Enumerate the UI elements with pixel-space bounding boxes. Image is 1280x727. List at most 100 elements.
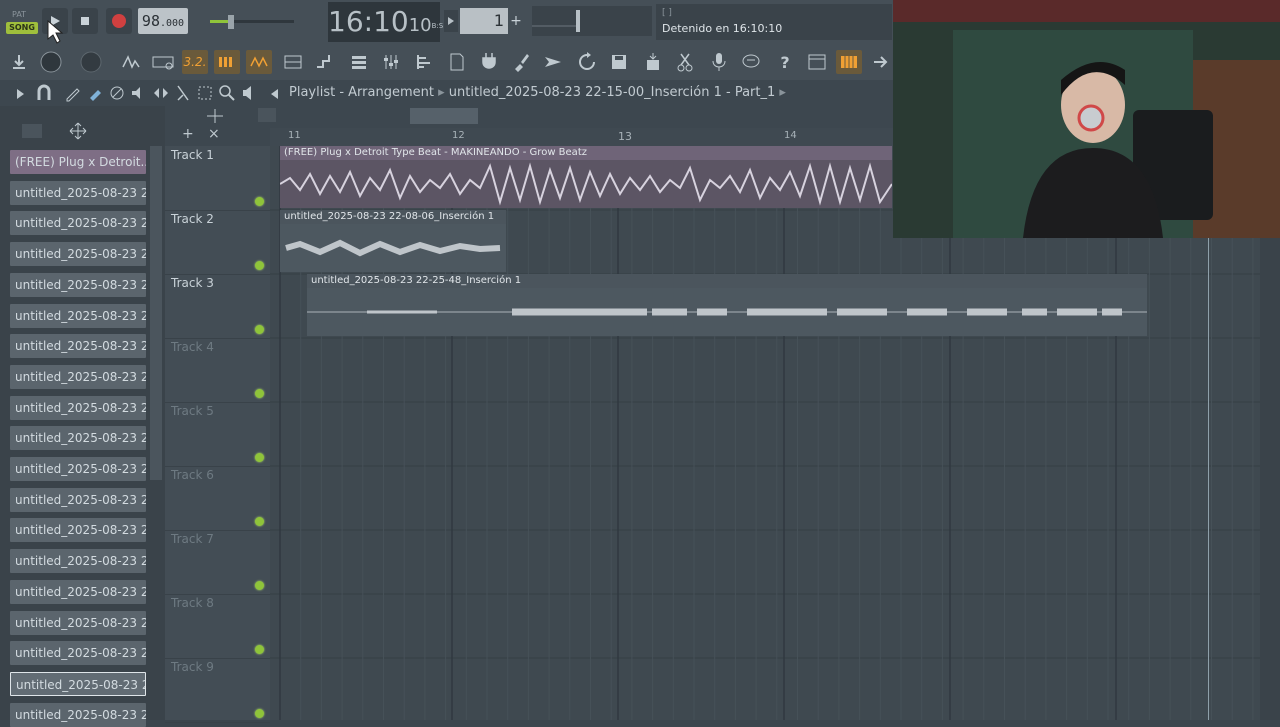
browser-item[interactable]: untitled_2025-08-23 21... [10,272,146,297]
track-header[interactable]: Track 5 [165,402,270,467]
browser-tab-icon[interactable] [22,124,42,138]
browser-item-beat[interactable]: (FREE) Plug x Detroit... [10,150,146,174]
save-icon[interactable] [606,50,632,74]
master-pitch-knob[interactable] [38,50,64,74]
browser-item[interactable]: untitled_2025-08-23 21... [10,180,146,205]
snap-icon[interactable] [312,50,338,74]
browser-item[interactable]: untitled_2025-08-23 22... [10,426,146,451]
wait-for-input-icon[interactable] [246,50,272,74]
piano-roll-icon[interactable] [412,50,438,74]
browser-item[interactable]: untitled_2025-08-23 22... [10,671,146,696]
browser-item[interactable]: untitled_2025-08-23 22... [10,579,146,604]
microphone-icon[interactable] [706,50,732,74]
delete-tool-icon[interactable] [108,84,126,106]
pat-song-toggle[interactable]: PAT SONG [6,8,38,36]
metronome-wave-icon[interactable] [118,50,144,74]
channel-rack-icon[interactable] [444,50,470,74]
track-header[interactable]: Track 7 [165,530,270,595]
track-mute-led[interactable] [255,389,264,398]
piano-mini-icon[interactable] [258,108,276,122]
track-header[interactable]: Track 4 [165,338,270,403]
chat-bubble-icon[interactable] [738,50,764,74]
download-icon[interactable] [6,50,32,74]
track-mute-led[interactable] [255,645,264,654]
playback-tool-icon[interactable] [240,84,258,106]
track-header[interactable]: Track 3 [165,274,270,339]
playlist-icon[interactable] [346,50,372,74]
pattern-selector[interactable]: 1 [460,8,508,34]
track-name: Track 3 [171,276,214,290]
track-header[interactable]: Track 2 [165,210,270,275]
pattern-prev-button[interactable] [444,10,458,32]
browser-item[interactable]: untitled_2025-08-23 22... [10,457,146,481]
record-button[interactable] [106,8,132,34]
magnet-snap-icon[interactable] [36,84,52,106]
slice-tool-icon[interactable] [174,84,192,106]
browser-item[interactable]: untitled_2025-08-23 21... [10,303,146,328]
master-volume-knob[interactable] [78,50,104,74]
step-edit-icon[interactable] [214,50,240,74]
cut-icon[interactable] [672,50,698,74]
browser-item[interactable]: untitled_2025-08-23 21... [10,242,146,267]
clock-sub: 10 [408,15,432,36]
window-layout-icon[interactable] [804,50,830,74]
refresh-icon[interactable] [574,50,600,74]
track-mute-led[interactable] [255,261,264,270]
browser-item[interactable]: untitled_2025-08-23 22... [10,610,146,635]
horizontal-scroll-thumb[interactable] [410,108,478,124]
audio-clip-insertion-3[interactable]: untitled_2025-08-23 22-25-48_Inserción 1 [307,274,1147,336]
close-x-icon[interactable]: × [208,126,220,142]
track-mute-led[interactable] [255,517,264,526]
playlist-menu-arrow-icon[interactable] [14,86,26,105]
stop-button[interactable] [72,8,98,34]
song-position-clock[interactable]: 16:1010B:S:T [328,2,450,42]
vertical-scrollbar[interactable] [1260,238,1280,720]
add-pattern-icon[interactable]: + [509,10,523,32]
track-header[interactable]: Track 8 [165,594,270,659]
piano-keys-icon[interactable] [836,50,862,74]
slip-tool-icon[interactable] [152,84,170,106]
browser-item[interactable]: untitled_2025-08-23 22... [10,702,146,727]
tempo-display[interactable]: 98.000 [138,8,188,34]
track-mute-led[interactable] [255,709,264,718]
browser-item[interactable]: untitled_2025-08-23 22... [10,518,146,543]
mute-tool-icon[interactable] [130,84,148,106]
browser-item[interactable]: untitled_2025-08-23 21... [10,211,146,236]
send-icon[interactable] [540,50,566,74]
track-header[interactable]: Track 9 [165,658,270,723]
help-icon[interactable]: ? [772,50,798,74]
browser-item[interactable]: untitled_2025-08-23 21... [10,334,146,359]
browser-item[interactable]: untitled_2025-08-23 22... [10,549,146,574]
track-mute-led[interactable] [255,453,264,462]
track-header[interactable]: Track 1 [165,146,270,211]
draw-tool-icon[interactable] [64,84,82,106]
paint-tool-icon[interactable] [86,84,104,106]
browser-scrollbar[interactable] [150,146,162,480]
add-track-icon[interactable]: + [182,126,194,142]
master-volume-slider[interactable] [210,14,294,29]
countdown-icon[interactable]: 3.2. [182,50,208,74]
zoom-tool-icon[interactable] [218,84,236,106]
recording-filter-icon[interactable] [280,50,306,74]
track-header[interactable]: Track 6 [165,466,270,531]
move-arrows-icon[interactable] [68,122,88,144]
typing-keyboard-icon[interactable] [150,50,176,74]
playlist-pattern-name[interactable]: untitled_2025-08-23 22-15-00_Inserción 1… [449,85,776,100]
title-arrow-icon [268,86,282,105]
browser-item[interactable]: untitled_2025-08-23 21... [10,395,146,420]
track-move-icon[interactable] [206,108,224,128]
track-mute-led[interactable] [255,581,264,590]
select-tool-icon[interactable] [196,84,214,106]
render-icon[interactable] [640,50,666,74]
audio-clip-beat[interactable]: (FREE) Plug x Detroit Type Beat - MAKINE… [280,146,892,208]
browser-item[interactable]: untitled_2025-08-23 21... [10,364,146,389]
browser-item[interactable]: untitled_2025-08-23 22... [10,641,146,666]
track-mute-led[interactable] [255,197,264,206]
brush-icon[interactable] [508,50,534,74]
arrow-right-icon[interactable] [868,50,894,74]
plugin-icon[interactable] [476,50,502,74]
mixer-icon[interactable] [378,50,404,74]
audio-clip-insertion-2[interactable]: untitled_2025-08-23 22-08-06_Inserción 1 [280,210,506,272]
track-mute-led[interactable] [255,325,264,334]
browser-item[interactable]: untitled_2025-08-23 22... [10,487,146,512]
